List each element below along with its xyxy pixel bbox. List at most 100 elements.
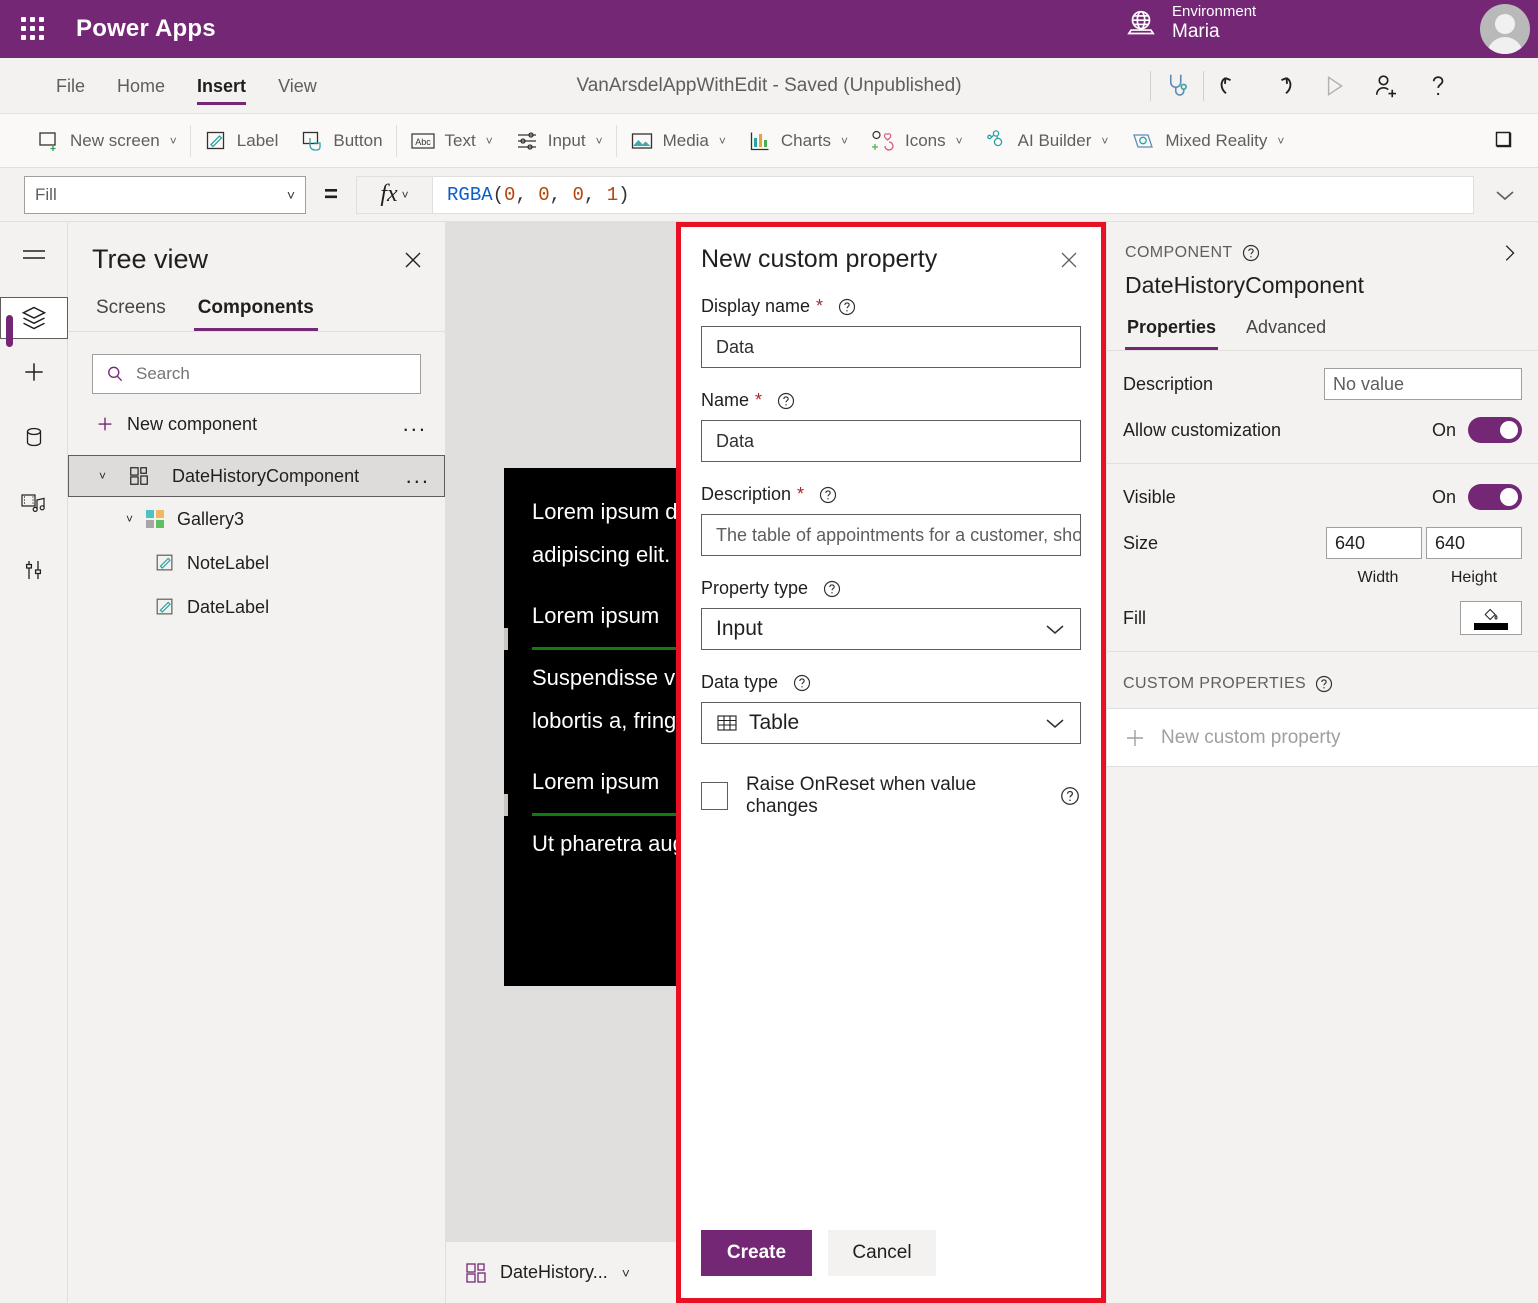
tab-advanced[interactable]: Advanced <box>1244 313 1328 350</box>
data-type-select[interactable]: Table <box>701 702 1081 744</box>
field-label: Description * <box>701 484 1081 505</box>
help-circle-icon[interactable] <box>1059 785 1081 807</box>
menu-item-insert[interactable]: Insert <box>181 58 262 114</box>
search-input[interactable] <box>136 364 408 384</box>
ribbon-label-button[interactable]: Label <box>193 114 290 168</box>
ribbon-mixed-reality[interactable]: Mixed Reality ˅ <box>1119 114 1295 168</box>
tab-screens[interactable]: Screens <box>92 291 170 331</box>
help-circle-icon[interactable] <box>818 485 838 505</box>
ribbon-label: Charts <box>780 130 831 150</box>
chevron-down-icon[interactable]: ˅ <box>719 134 726 148</box>
ribbon-icons[interactable]: Icons ˅ <box>859 114 974 168</box>
redo-icon[interactable] <box>1256 60 1308 112</box>
menu-item-file[interactable]: File <box>40 58 101 114</box>
avatar[interactable] <box>1480 4 1530 54</box>
ribbon-overflow-chevron-down-icon[interactable]: ❏ <box>1495 129 1538 152</box>
chevron-down-icon[interactable]: ˅ <box>170 134 177 148</box>
tree-node-datelabel[interactable]: DateLabel <box>68 585 445 629</box>
gallery-resize-handle[interactable] <box>504 628 508 650</box>
ribbon-text[interactable]: Abc Text ˅ <box>399 114 504 168</box>
environment-picker[interactable]: Environment Maria <box>1124 3 1256 43</box>
help-circle-icon[interactable] <box>822 579 842 599</box>
app-checker-icon[interactable] <box>1151 60 1203 112</box>
ribbon-charts[interactable]: Charts ˅ <box>737 114 859 168</box>
formula-input[interactable]: RGBA(0, 0, 0, 1) <box>432 175 1475 214</box>
help-circle-icon[interactable] <box>1241 243 1261 263</box>
description-value-input[interactable]: No value <box>1324 368 1522 400</box>
page-title: Tree view <box>92 244 209 274</box>
ribbon-label: Icons <box>905 130 946 150</box>
gallery-resize-handle[interactable] <box>504 794 508 816</box>
ribbon-ai-builder[interactable]: AI Builder ˅ <box>974 114 1120 168</box>
tree-node-notelabel[interactable]: NoteLabel <box>68 541 445 585</box>
canvas-component-selector[interactable]: DateHistory... ˅ <box>464 1261 630 1285</box>
new-custom-property-button[interactable]: New custom property <box>1107 709 1538 767</box>
name-input[interactable]: Data <box>701 420 1081 462</box>
size-width-input[interactable]: 640 <box>1326 527 1422 559</box>
overflow-menu-icon[interactable]: ... <box>403 413 427 435</box>
chevron-down-icon[interactable]: ˅ <box>1101 134 1108 148</box>
chevron-down-icon[interactable]: ˅ <box>596 134 603 148</box>
visible-toggle[interactable] <box>1468 484 1522 510</box>
formula-paren-close: ) <box>618 183 630 206</box>
chevron-down-icon[interactable]: ˅ <box>841 134 848 148</box>
property-row-visible: Visible On <box>1107 474 1538 520</box>
help-circle-icon[interactable] <box>792 673 812 693</box>
menu-item-home[interactable]: Home <box>101 58 181 114</box>
chevron-right-icon[interactable] <box>1498 242 1520 264</box>
share-icon[interactable] <box>1360 60 1412 112</box>
overflow-menu-icon[interactable]: ... <box>406 465 430 487</box>
cancel-button[interactable]: Cancel <box>828 1230 936 1276</box>
help-circle-icon[interactable] <box>776 391 796 411</box>
brand-title[interactable]: Power Apps <box>76 15 216 43</box>
chevron-down-icon[interactable]: ˅ <box>126 512 144 526</box>
formula-expand-chevron-down-icon[interactable] <box>1492 187 1518 203</box>
size-height-input[interactable]: 640 <box>1426 527 1522 559</box>
waffle-grid-icon[interactable] <box>18 14 48 44</box>
tree-node-gallery3[interactable]: ˅ Gallery3 <box>68 497 445 541</box>
new-component-button[interactable]: New component ... <box>68 402 445 446</box>
data-cylinder-icon[interactable] <box>0 405 68 471</box>
property-type-select[interactable]: Input <box>701 608 1081 650</box>
search-box[interactable] <box>92 354 421 394</box>
property-key: Fill <box>1123 607 1146 628</box>
display-name-input[interactable]: Data <box>701 326 1081 368</box>
preview-play-icon[interactable] <box>1308 60 1360 112</box>
hamburger-menu-icon[interactable] <box>0 222 68 288</box>
close-icon[interactable] <box>1057 248 1081 272</box>
media-icon[interactable] <box>0 471 68 537</box>
chevron-down-icon[interactable]: ˅ <box>956 134 963 148</box>
help-circle-icon[interactable] <box>1314 674 1334 694</box>
component-icon <box>464 1261 488 1285</box>
help-circle-icon[interactable] <box>837 297 857 317</box>
chevron-down-icon[interactable]: ˅ <box>99 469 117 483</box>
close-icon[interactable] <box>401 248 425 272</box>
property-key: Description <box>1123 373 1214 394</box>
menu-item-view[interactable]: View <box>262 58 333 114</box>
description-input[interactable]: The table of appointments for a customer… <box>701 514 1081 556</box>
paint-bucket-icon <box>1481 607 1501 622</box>
ribbon-button[interactable]: Button <box>289 114 393 168</box>
chevron-down-icon[interactable]: ˅ <box>486 134 493 148</box>
property-select[interactable]: Fill ˅ <box>24 175 306 214</box>
insert-plus-icon[interactable] <box>0 339 68 405</box>
raise-onreset-checkbox[interactable] <box>701 782 728 810</box>
chevron-down-icon[interactable]: ˅ <box>1277 134 1284 148</box>
fx-button[interactable]: fx ˅ <box>356 175 433 214</box>
tab-components[interactable]: Components <box>193 291 318 331</box>
create-button[interactable]: Create <box>701 1230 812 1276</box>
tree-view-layers-icon[interactable] <box>0 297 68 347</box>
tab-properties[interactable]: Properties <box>1125 313 1219 350</box>
allow-customization-toggle[interactable] <box>1468 417 1522 443</box>
tree-view-header: Tree view <box>68 222 445 275</box>
ribbon-media[interactable]: Media ˅ <box>619 114 737 168</box>
help-icon[interactable] <box>1412 60 1464 112</box>
ribbon-input[interactable]: Input ˅ <box>504 114 614 168</box>
advanced-tools-icon[interactable] <box>0 537 68 603</box>
ribbon-new-screen[interactable]: New screen ˅ <box>26 114 188 168</box>
undo-icon[interactable] <box>1204 60 1256 112</box>
chevron-down-icon[interactable]: ˅ <box>622 1265 630 1281</box>
height-label: Height <box>1450 569 1498 586</box>
tree-node-datehistorycomponent[interactable]: ˅ DateHistoryComponent ... <box>68 455 445 497</box>
fill-color-button[interactable] <box>1460 601 1522 635</box>
